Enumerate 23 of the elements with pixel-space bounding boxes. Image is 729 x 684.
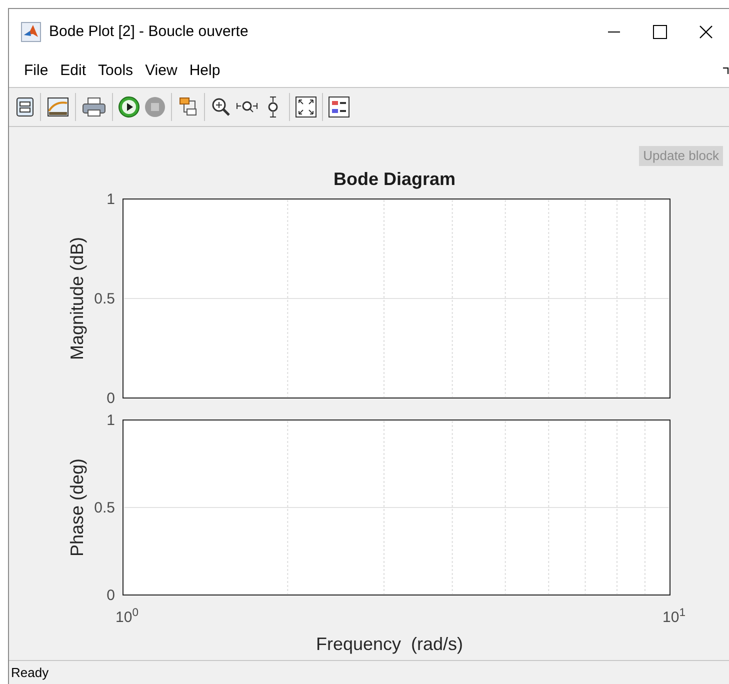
- maximize-icon: [653, 25, 667, 39]
- menu-item[interactable]: Edit: [57, 60, 90, 82]
- menu-item[interactable]: Tools: [95, 60, 136, 82]
- menu-item[interactable]: File: [21, 60, 52, 82]
- minimize-icon: [607, 31, 621, 33]
- y-axis-label: Phase (deg): [67, 458, 87, 557]
- menu-item[interactable]: View: [142, 60, 180, 82]
- status-text: Ready: [11, 664, 49, 682]
- y-tick-label: 1: [106, 193, 115, 208]
- window-title: Bode Plot [2] - Boucle ouverte: [49, 22, 248, 42]
- close-icon: [699, 25, 713, 39]
- y-axis-label: Magnitude (dB): [67, 236, 87, 360]
- x-tick-label: 10$^{0}$: [116, 607, 138, 628]
- y-tick-label: 1: [106, 412, 115, 429]
- y-tick-label: 0: [106, 587, 115, 604]
- x-axis-label: Frequency (rad/s): [316, 633, 464, 656]
- app-logo-icon: [21, 22, 41, 42]
- menu-item[interactable]: Help: [186, 60, 224, 82]
- y-tick-label: 0.5: [94, 290, 115, 308]
- y-tick-label: 0: [106, 390, 115, 407]
- chart-title: Bode Diagram: [333, 168, 456, 191]
- x-tick-label: 10$^{1}$: [662, 607, 686, 628]
- y-tick-label: 0.5: [94, 500, 115, 516]
